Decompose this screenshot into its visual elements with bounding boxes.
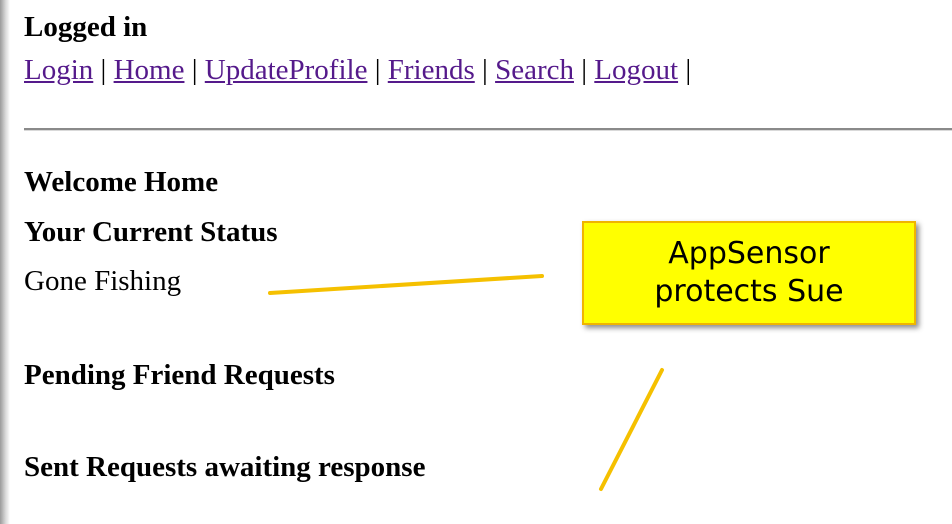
nav-bar: Login | Home | UpdateProfile | Friends |… [24, 52, 691, 88]
nav-separator: | [191, 54, 198, 86]
nav-separator: | [100, 54, 107, 86]
status-heading: Your Current Status [24, 216, 278, 248]
welcome-heading: Welcome Home [24, 166, 219, 198]
current-status-text: Gone Fishing [24, 265, 182, 297]
horizontal-rule [24, 128, 952, 131]
nav-separator: | [685, 54, 692, 86]
nav-link-search[interactable]: Search [495, 54, 574, 86]
logged-in-status: Logged in [24, 11, 148, 43]
sent-requests-heading: Sent Requests awaiting response [24, 451, 426, 483]
pending-requests-heading: Pending Friend Requests [24, 359, 335, 391]
appsensor-callout: AppSensor protects Sue [582, 221, 916, 325]
nav-link-update-profile[interactable]: UpdateProfile [205, 54, 368, 86]
nav-separator: | [482, 54, 488, 86]
nav-link-login[interactable]: Login [24, 54, 93, 86]
nav-separator: | [374, 54, 381, 86]
nav-link-friends[interactable]: Friends [388, 54, 475, 86]
page-shadow [0, 0, 10, 524]
callout-line-1: AppSensor [668, 236, 830, 271]
nav-link-home[interactable]: Home [114, 54, 185, 86]
nav-separator: | [581, 54, 588, 86]
nav-link-logout[interactable]: Logout [594, 54, 678, 86]
callout-line-2: protects Sue [654, 274, 844, 309]
